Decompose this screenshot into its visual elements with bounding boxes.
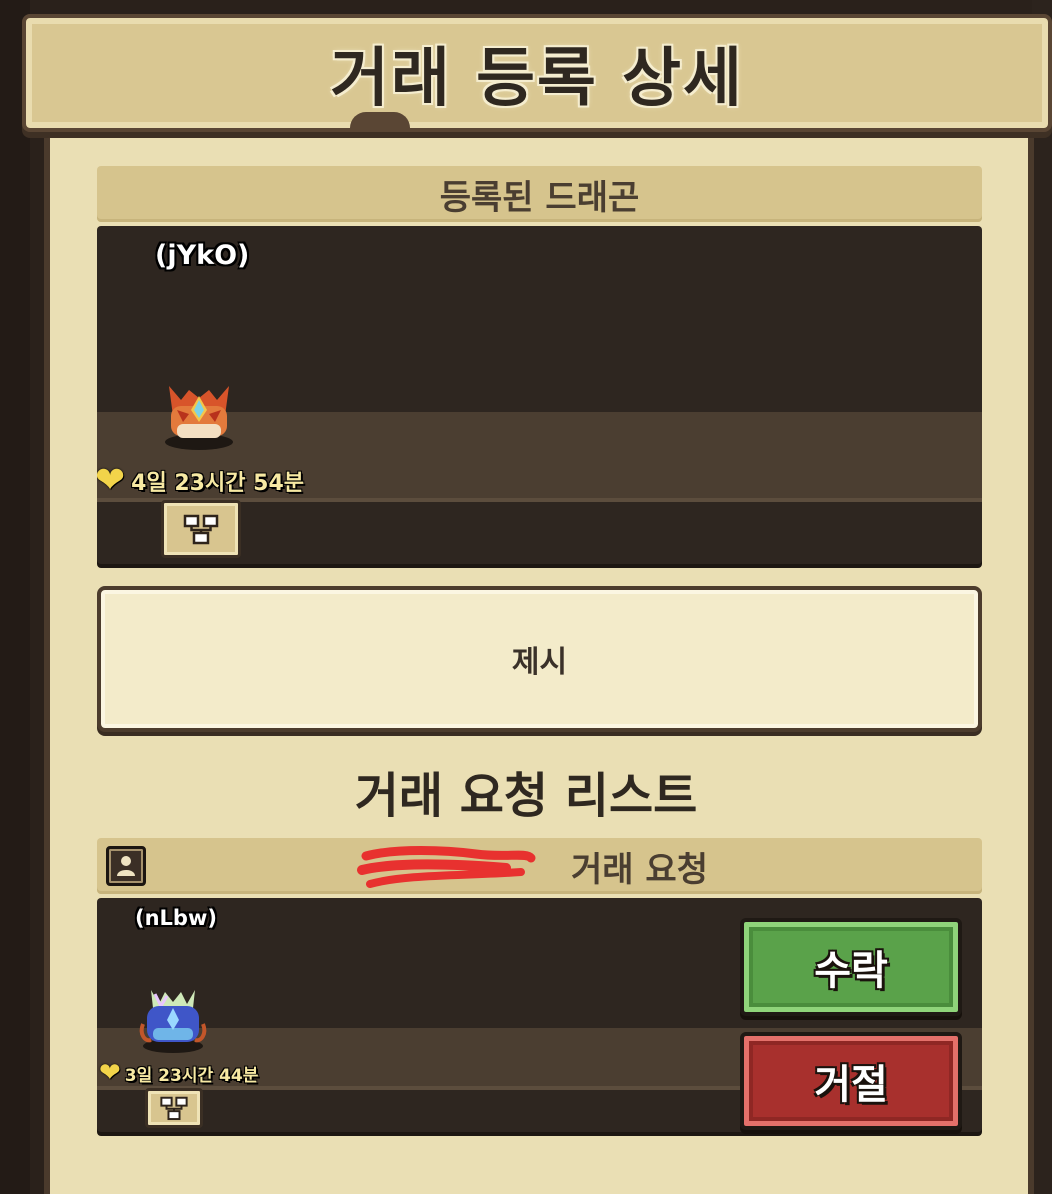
request-header: 거래 요청	[97, 838, 982, 894]
dragon-name: (jYkO)	[155, 240, 250, 271]
family-tree-icon	[183, 514, 219, 545]
offer-button[interactable]: 제시	[97, 586, 982, 732]
dragon-name: (nLbw)	[135, 906, 217, 930]
life-remaining: 4일 23시간 54분	[131, 470, 304, 496]
fire-dragon-egg-icon	[165, 386, 233, 450]
heart-icon: ❤	[97, 460, 126, 501]
reject-button-label: 거절	[814, 1062, 888, 1108]
registered-dragon-label: 등록된 드래곤	[439, 177, 640, 218]
family-tree-icon	[160, 1096, 188, 1121]
reject-button[interactable]: 거절	[740, 1032, 962, 1130]
request-list-title: 거래 요청 리스트	[354, 768, 698, 824]
offer-button-label: 제시	[511, 645, 568, 680]
family-tree-button[interactable]	[145, 1088, 203, 1128]
title-notch	[350, 112, 410, 128]
life-row: ❤ 3일 23시간 44분	[99, 1058, 258, 1088]
background-left	[0, 0, 30, 1194]
family-tree-button[interactable]	[161, 500, 241, 558]
heart-icon: ❤	[99, 1058, 121, 1088]
ice-dragon-egg-icon	[139, 990, 207, 1053]
background-right	[1032, 0, 1052, 1194]
redacted-username-mark	[357, 846, 536, 888]
profile-icon	[117, 856, 135, 876]
registered-dragon-header: 등록된 드래곤	[97, 166, 982, 222]
life-remaining: 3일 23시간 44분	[124, 1065, 259, 1086]
accept-button-label: 수락	[814, 948, 888, 994]
page-title: 거래 등록 상세	[330, 42, 744, 116]
title-bar: 거래 등록 상세	[22, 14, 1052, 132]
accept-button[interactable]: 수락	[740, 918, 962, 1016]
registered-dragon-card[interactable]: (jYkO) ❤ 4일 23시간 54분	[97, 226, 982, 564]
profile-button[interactable]	[106, 846, 146, 886]
life-row: ❤ 4일 23시간 54분	[97, 460, 304, 501]
request-header-label: 거래 요청	[571, 849, 708, 890]
